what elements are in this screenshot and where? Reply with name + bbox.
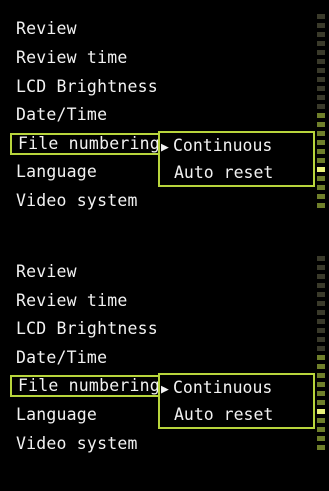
- menu-panel-bottom: Review Review time LCD Brightness Date/T…: [0, 244, 329, 488]
- scrollbar-segment: [317, 292, 325, 297]
- scrollbar-segment: [317, 194, 325, 199]
- menu-item-language[interactable]: Language: [16, 161, 97, 183]
- menu-item-review[interactable]: Review: [16, 18, 77, 40]
- option-auto-reset[interactable]: Auto reset: [160, 160, 313, 186]
- option-continuous-label: Continuous: [173, 378, 273, 397]
- menu-item-lcd-brightness[interactable]: LCD Brightness: [16, 318, 158, 340]
- option-continuous[interactable]: ▶ Continuous: [160, 375, 313, 401]
- scrollbar-segment: [317, 256, 325, 261]
- scrollbar-segment: [317, 400, 325, 405]
- menu-item-date-time[interactable]: Date/Time: [16, 347, 107, 369]
- scrollbar-segment: [317, 158, 325, 163]
- scrollbar-segment: [317, 310, 325, 315]
- scrollbar-segment: [317, 113, 325, 118]
- option-continuous[interactable]: ▶ Continuous: [160, 133, 313, 159]
- scrollbar-segment: [317, 104, 325, 109]
- scrollbar-segment: [317, 14, 325, 19]
- scrollbar-segment: [317, 59, 325, 64]
- scrollbar-segment: [317, 176, 325, 181]
- file-numbering-submenu: ▶ Continuous Auto reset: [158, 373, 315, 429]
- menu-item-lcd-brightness[interactable]: LCD Brightness: [16, 76, 158, 98]
- scrollbar-segment: [317, 122, 325, 127]
- scrollbar-thumb: [317, 167, 325, 172]
- scrollbar-segment: [317, 32, 325, 37]
- scrollbar-segment: [317, 41, 325, 46]
- menu-item-video-system[interactable]: Video system: [16, 433, 138, 455]
- scrollbar-segment: [317, 185, 325, 190]
- selection-arrow-icon: ▶: [161, 382, 169, 397]
- scrollbar-segment: [317, 391, 325, 396]
- scrollbar-segment: [317, 77, 325, 82]
- scrollbar-segment: [317, 68, 325, 73]
- scrollbar-segment: [317, 373, 325, 378]
- scrollbar-segment: [317, 203, 325, 208]
- scrollbar-segment: [317, 149, 325, 154]
- scrollbar-segment: [317, 86, 325, 91]
- scrollbar-segment: [317, 319, 325, 324]
- scrollbar-segment: [317, 418, 325, 423]
- scrollbar-segment: [317, 346, 325, 351]
- scrollbar-segment: [317, 355, 325, 360]
- scrollbar-segment: [317, 23, 325, 28]
- scrollbar-segment: [317, 265, 325, 270]
- scrollbar-segment: [317, 364, 325, 369]
- scrollbar-segment: [317, 337, 325, 342]
- scrollbar-segment: [317, 283, 325, 288]
- scrollbar-segment: [317, 427, 325, 432]
- scrollbar-segment: [317, 382, 325, 387]
- menu-panel-top: Review Review time LCD Brightness Date/T…: [0, 0, 329, 244]
- menu-item-review-time[interactable]: Review time: [16, 290, 127, 312]
- scrollbar-segment: [317, 436, 325, 441]
- menu-item-file-numbering[interactable]: File numbering: [10, 133, 160, 155]
- scrollbar-segment: [317, 131, 325, 136]
- scrollbar-thumb: [317, 409, 325, 414]
- scrollbar-segment: [317, 95, 325, 100]
- scrollbar-segment: [317, 301, 325, 306]
- scrollbar-segment: [317, 140, 325, 145]
- option-continuous-label: Continuous: [173, 136, 273, 155]
- menu-item-file-numbering[interactable]: File numbering: [10, 375, 160, 397]
- menu-item-review-time[interactable]: Review time: [16, 47, 127, 69]
- scrollbar-segment: [317, 274, 325, 279]
- option-auto-reset[interactable]: Auto reset: [160, 402, 313, 428]
- menu-item-video-system[interactable]: Video system: [16, 190, 138, 212]
- selection-arrow-icon: ▶: [161, 140, 169, 155]
- scrollbar-segment: [317, 445, 325, 450]
- scrollbar-segment: [317, 50, 325, 55]
- menu-item-date-time[interactable]: Date/Time: [16, 104, 107, 126]
- file-numbering-submenu: ▶ Continuous Auto reset: [158, 131, 315, 187]
- menu-item-language[interactable]: Language: [16, 404, 97, 426]
- menu-item-review[interactable]: Review: [16, 261, 77, 283]
- scrollbar-segment: [317, 328, 325, 333]
